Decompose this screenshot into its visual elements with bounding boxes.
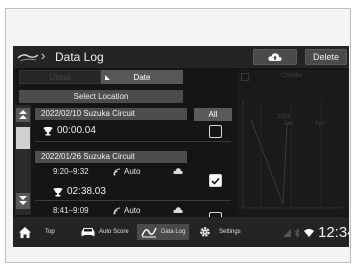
nav-label: Top: [45, 229, 55, 235]
session-checkbox-checked[interactable]: [209, 174, 222, 187]
clock: 12:34: [318, 224, 349, 241]
checkmark-icon: [211, 177, 220, 185]
nav-label: Auto Score: [99, 229, 129, 235]
duration-text: 00:00.04: [57, 125, 96, 136]
signal-icon: [113, 207, 121, 214]
bluetooth-icon: [295, 228, 300, 237]
double-chevron-down-icon: [19, 196, 27, 205]
graph-label: Chrnder: [281, 73, 303, 79]
divider: [35, 200, 231, 201]
select-all-button[interactable]: All: [194, 108, 232, 121]
session-duration: 00:00.04: [43, 125, 96, 136]
session-title[interactable]: 2022/01/26 Suzuka Circuit: [35, 151, 187, 163]
wifi-icon: [304, 228, 314, 237]
app-logo-icon: [17, 54, 39, 62]
sort-indicator-icon: [105, 75, 110, 80]
session-title[interactable]: 2022/02/10 Suzuka Circuit: [35, 108, 187, 120]
infotainment-screen: › Data Log Delete Uncat Date Select Loca…: [13, 46, 349, 247]
sort-tab-date[interactable]: Date: [101, 70, 183, 84]
nav-top[interactable]: Top: [19, 224, 55, 240]
trophy-icon: [43, 126, 53, 135]
list-scrollbar: [15, 105, 31, 215]
session-duration: 02:38.03: [53, 186, 106, 197]
status-area: 12:34: [283, 224, 349, 241]
double-chevron-up-icon: [19, 110, 27, 119]
graph-toggle-icon: [241, 73, 249, 81]
header-bar: › Data Log Delete: [13, 46, 349, 68]
signal-icon: [113, 168, 121, 175]
cloud-upload-icon: [268, 53, 282, 61]
scroll-down-button[interactable]: [16, 193, 30, 209]
duration-text: 02:38.03: [67, 186, 106, 197]
home-icon: [19, 226, 31, 238]
back-chevron-icon[interactable]: ›: [41, 48, 45, 63]
divider: [35, 141, 231, 142]
manual-figure-frame: › Data Log Delete Uncat Date Select Loca…: [5, 8, 351, 263]
mode-text: Auto: [124, 167, 141, 176]
data-log-icon: [141, 227, 157, 238]
phone-signal-icon: [283, 228, 291, 237]
sort-tab-left[interactable]: Uncat: [19, 70, 101, 84]
scroll-thumb[interactable]: [16, 127, 30, 149]
trophy-icon: [53, 187, 63, 196]
cloud-sync-icon: [173, 168, 183, 174]
mode-text: Auto: [124, 206, 141, 215]
session-mode: Auto: [113, 206, 140, 215]
cloud-sync-icon: [173, 207, 183, 213]
select-location-button[interactable]: Select Location: [19, 90, 183, 103]
car-icon: [81, 228, 95, 236]
graph-plot: [242, 100, 343, 209]
nav-auto-score[interactable]: Auto Score: [81, 224, 129, 240]
session-checkbox[interactable]: [209, 125, 222, 138]
graph-panel: Chrnder 2022 Jan Apr: [237, 70, 349, 215]
nav-label: Data Log: [161, 229, 186, 235]
scroll-up-button[interactable]: [16, 108, 30, 122]
session-mode: Auto: [113, 167, 140, 176]
nav-label: Settings: [219, 229, 241, 235]
session-time-range: 9:20–9:32: [53, 167, 89, 176]
gear-icon: [200, 227, 210, 237]
delete-button[interactable]: Delete: [305, 49, 347, 65]
page-title: Data Log: [55, 50, 104, 64]
session-time-range: 8:41–9:09: [53, 206, 89, 215]
upload-button[interactable]: [253, 49, 297, 65]
bottom-nav-bar: Top Auto Score Data Log Settings 12:34: [13, 217, 349, 247]
nav-settings[interactable]: Settings: [199, 224, 241, 240]
nav-data-log[interactable]: Data Log: [137, 224, 190, 240]
